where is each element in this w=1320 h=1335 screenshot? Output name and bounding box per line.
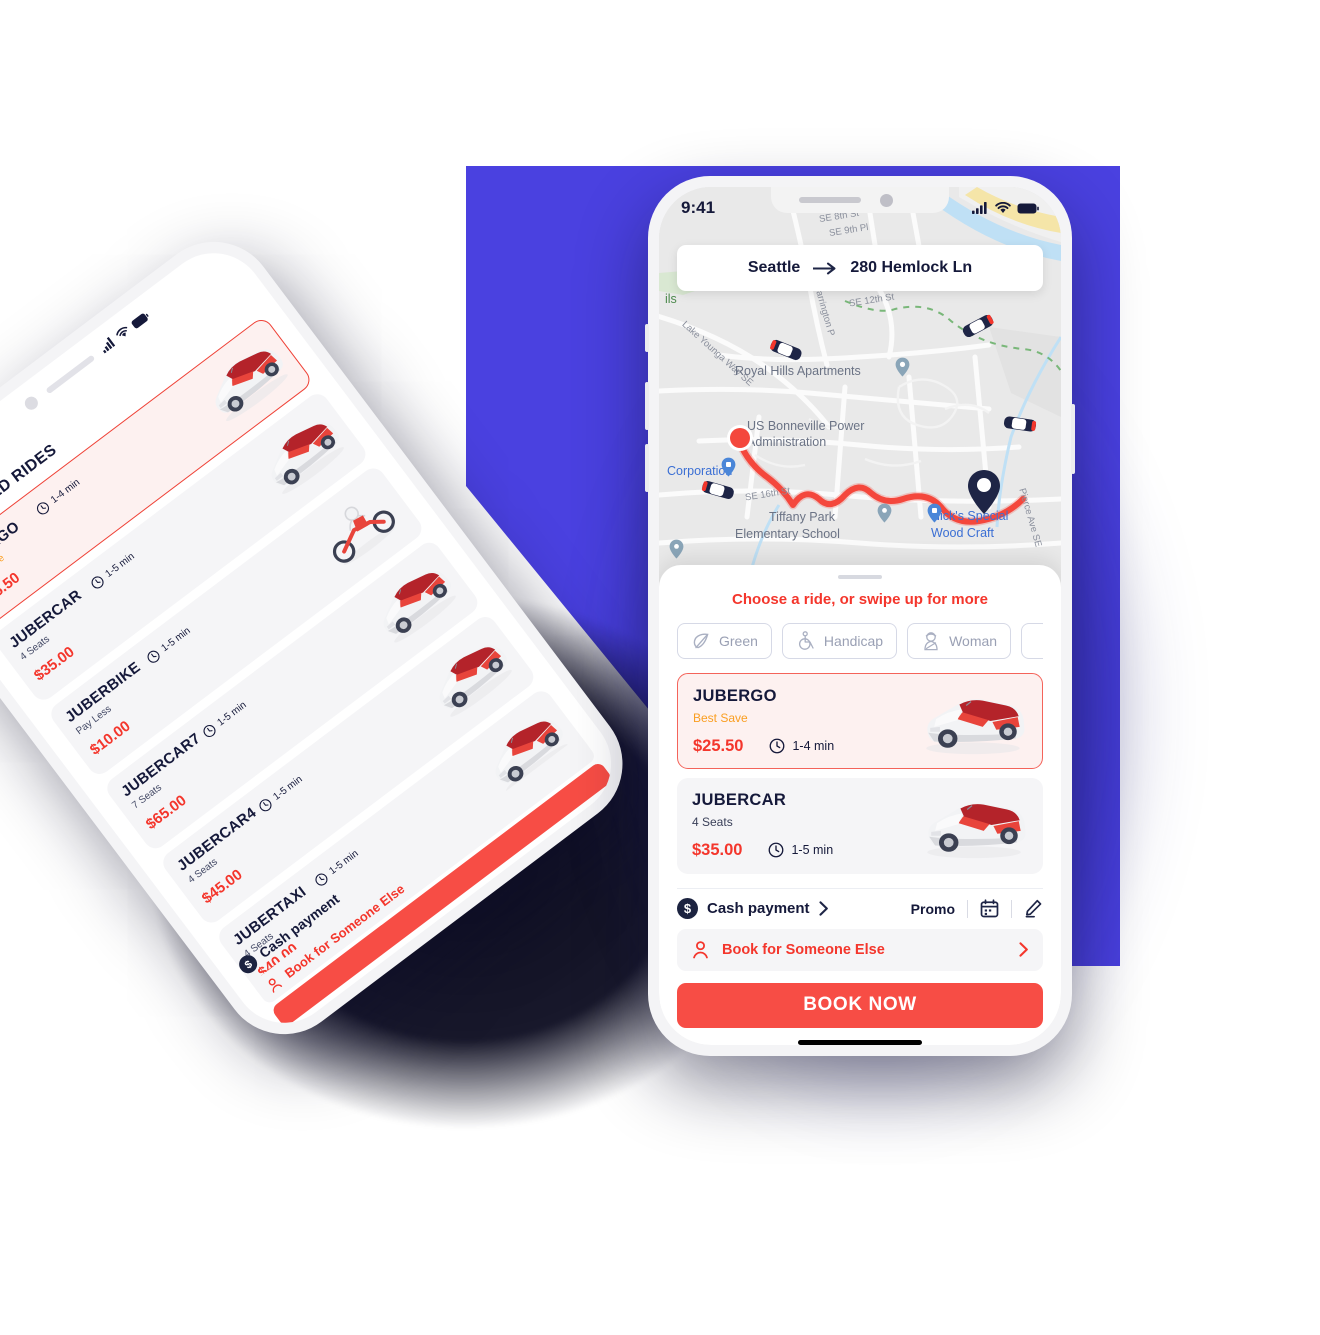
person-icon	[268, 978, 282, 993]
book-for-someone-label: Book for Someone Else	[722, 941, 885, 958]
wifi-icon	[116, 326, 128, 337]
dollar-coin-icon: $	[239, 955, 258, 974]
filter-chip-woman[interactable]: Woman	[907, 622, 1012, 659]
clock-icon	[769, 842, 784, 858]
filter-chip-handicap[interactable]: Handicap	[781, 622, 898, 659]
sedan-car-illustration	[926, 699, 1025, 755]
filter-chip-green[interactable]: Green	[677, 622, 772, 659]
woman-icon	[924, 632, 938, 651]
map-label: US Bonneville Power	[747, 419, 865, 433]
payment-extras: Promo	[911, 899, 1043, 918]
poi-pin-royal-hills[interactable]	[895, 357, 910, 377]
ride-selection-sheet: Choose a ride, or swipe up for more Gree…	[659, 565, 1061, 1045]
arrow-right-icon	[813, 262, 836, 274]
map-label: Royal Hills Apartments	[735, 364, 861, 378]
poi-pin-tiffany-park[interactable]	[877, 503, 892, 523]
filter-chip-label: Woman	[949, 632, 998, 649]
divider-line	[1011, 899, 1012, 918]
wheelchair-icon	[798, 631, 814, 650]
right-ride-list[interactable]: JUBERGO Best Save $25.50 1-4 min JUBERCAR 4 S…	[677, 672, 1043, 874]
battery-icon	[131, 313, 149, 329]
earpiece-speaker	[45, 354, 96, 395]
clock-icon	[770, 738, 785, 754]
map-label: Tiffany Park	[769, 510, 835, 524]
poi-pin-nicks-wood-craft[interactable]	[927, 503, 942, 523]
origin-label: Seattle	[747, 259, 801, 276]
ride-price: $35.00	[692, 840, 743, 859]
earpiece-speaker	[799, 197, 861, 203]
pencil-edit-icon[interactable]	[1024, 899, 1043, 918]
ride-option-card[interactable]: JUBERGO Best Save $25.50 1-4 min	[677, 672, 1043, 769]
person-icon	[693, 941, 708, 959]
mute-switch[interactable]	[645, 324, 649, 352]
ride-option-card[interactable]: JUBERCAR 4 Seats $35.00 1-5 min	[677, 777, 1043, 874]
cash-payment-label: Cash payment	[707, 900, 810, 918]
cash-payment-button[interactable]: $ Cash payment	[677, 898, 829, 920]
ride-filter-chips[interactable]: Green Handicap Woman	[677, 622, 1043, 659]
right-phone-screen: SE 8th St SE 9th Pl ils SE 12th St Harringto…	[659, 187, 1061, 1045]
volume-down-button[interactable]	[645, 444, 649, 492]
map-label: ils	[665, 292, 677, 306]
composition-stage: 9:41 SUGGESTED RIDES JUBERGOBest Save$25…	[0, 0, 1320, 1335]
sheet-title: Choose a ride, or swipe up for more	[732, 590, 988, 608]
route-search-bar[interactable]: Seattle 280 Hemlock Ln	[677, 245, 1043, 291]
promo-button[interactable]: Promo	[911, 901, 955, 917]
divider-line	[967, 899, 968, 918]
dollar-coin-icon: $	[677, 898, 698, 920]
chevron-right-icon	[1019, 942, 1028, 957]
front-camera-icon	[880, 194, 893, 207]
map-label: Administration	[747, 435, 827, 449]
ride-price: $25.50	[693, 736, 744, 755]
book-now-button[interactable]: BOOK NOW	[677, 982, 1043, 1029]
home-indicator	[798, 1040, 922, 1045]
chevron-right-icon	[818, 901, 828, 916]
front-camera-icon	[22, 394, 41, 413]
ride-vehicle-image	[914, 688, 1032, 758]
power-button[interactable]	[1071, 404, 1075, 474]
filter-chip-overflow[interactable]	[1021, 622, 1043, 659]
volume-up-button[interactable]	[645, 382, 649, 430]
filter-chip-label: Handicap	[823, 632, 884, 649]
payment-row: $ Cash payment Promo	[677, 889, 1043, 929]
right-phone-mockup: SE 8th St SE 9th Pl ils SE 12th St Harringto…	[645, 176, 1075, 1056]
map-label: Wood Craft	[931, 526, 994, 540]
poi-pin-unnamed[interactable]	[669, 539, 684, 559]
filter-chip-label: Green	[719, 632, 758, 649]
poi-pin-corporation[interactable]	[721, 457, 736, 477]
drag-handle[interactable]	[838, 575, 882, 579]
calendar-icon[interactable]	[980, 899, 999, 918]
map-label: Elementary School	[735, 527, 840, 541]
sedan-car-illustration	[927, 803, 1026, 859]
right-phone-notch	[771, 187, 949, 213]
ride-eta: 1-4 min	[769, 738, 834, 754]
leaf-icon	[693, 633, 709, 649]
svg-text:$: $	[684, 901, 692, 916]
ride-eta: 1-5 min	[768, 842, 833, 858]
destination-label: 280 Hemlock Ln	[850, 259, 973, 276]
book-for-someone-button[interactable]: Book for Someone Else	[677, 928, 1043, 971]
ride-vehicle-image	[915, 792, 1033, 862]
